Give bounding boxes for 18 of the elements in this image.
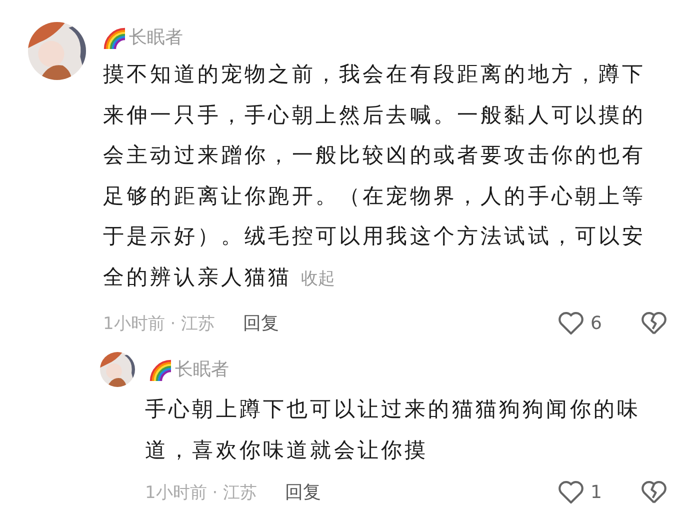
like-count: 6 <box>590 312 602 334</box>
timestamp: 1小时前 · 江苏 <box>145 482 258 504</box>
collapse-link[interactable]: 收起 <box>301 258 336 299</box>
reply-button[interactable]: 回复 <box>243 311 280 335</box>
user-name[interactable]: 长眠者 <box>129 25 183 49</box>
rainbow-icon <box>103 25 127 49</box>
broken-heart-icon[interactable] <box>640 478 668 506</box>
like-count: 1 <box>590 482 602 502</box>
rainbow-icon <box>149 357 173 381</box>
reply-button[interactable]: 回复 <box>285 480 322 504</box>
timestamp: 1小时前 · 江苏 <box>103 312 216 334</box>
broken-heart-icon[interactable] <box>640 309 668 337</box>
heart-icon[interactable] <box>556 309 585 337</box>
user-name[interactable]: 长眠者 <box>175 357 229 381</box>
reply-text: 手心朝上蹲下也可以让过来的猫猫狗狗闻你的味道，喜欢你味道就会让你摸 <box>145 396 642 464</box>
avatar[interactable] <box>100 352 135 386</box>
heart-icon[interactable] <box>556 478 585 506</box>
comment-text: 摸不知道的宠物之前，我会在有段距离的地方，蹲下来伸一只手，手心朝上然后去喊。一般黏人可以摸的会主动过来蹭你，一般比较凶的或者要攻击你的也有足够的距离让你跑开。（在宠物界，人的手心朝上等于是示好）。绒毛控可以用我这个方法试试，可以安全的辨认亲人猫猫 收起 <box>103 54 668 299</box>
